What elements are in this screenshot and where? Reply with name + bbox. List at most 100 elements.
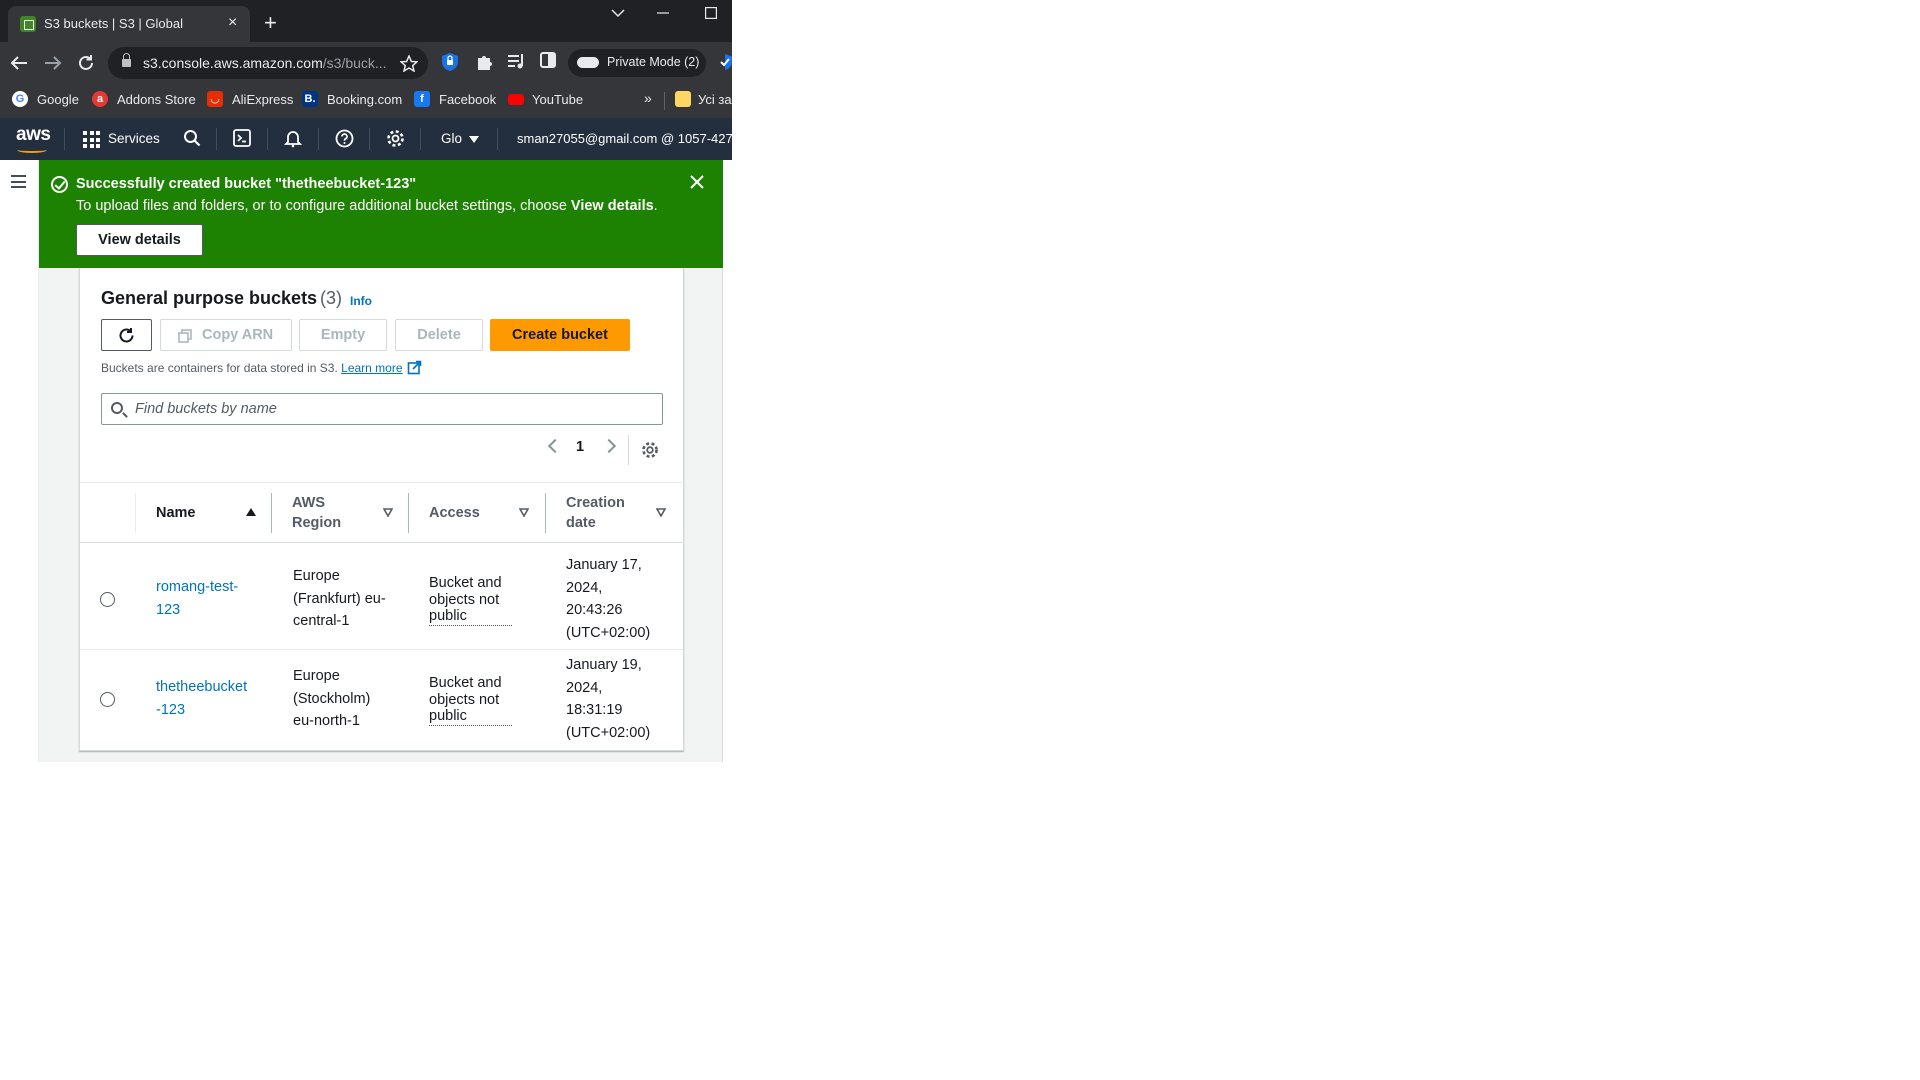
new-tab-button[interactable]: + [264, 12, 277, 34]
search-icon [111, 402, 123, 414]
previous-page-icon[interactable] [547, 438, 563, 454]
tab-bar: S3 buckets | S3 | Global × + [0, 0, 732, 42]
youtube-icon [508, 94, 524, 105]
view-details-button[interactable]: View details [76, 224, 203, 256]
refresh-icon [119, 328, 134, 343]
copy-arn-button[interactable]: Copy ARN [160, 319, 292, 351]
bookmark-google[interactable]: Google [37, 92, 79, 107]
bucket-name-link[interactable]: romang-test- 123 [156, 576, 238, 621]
column-divider[interactable] [408, 493, 409, 533]
browser-viewport: S3 buckets | S3 | Global × + s3.console.… [0, 0, 732, 945]
region-selector[interactable]: Glo [441, 131, 462, 146]
side-panel-icon[interactable] [540, 52, 560, 72]
url-text: s3.console.aws.amazon.com/s3/buck... [143, 55, 387, 71]
tab-search-icon[interactable] [611, 8, 625, 18]
bucket-access: Bucket and objects not public [429, 675, 512, 726]
bookmark-folder-all[interactable]: Усі зак [698, 92, 732, 107]
extensions-puzzle-icon[interactable] [474, 52, 494, 72]
delete-button[interactable]: Delete [395, 319, 483, 351]
reload-icon[interactable] [77, 54, 101, 72]
access-popover-trigger[interactable]: public [429, 608, 512, 626]
nav-divider [64, 128, 65, 150]
create-bucket-button[interactable]: Create bucket [490, 319, 630, 351]
pager-divider [628, 435, 629, 465]
bucket-name-link[interactable]: thetheebucket -123 [156, 676, 247, 721]
buckets-panel: General purpose buckets (3) Info Copy AR… [79, 268, 684, 751]
external-link-icon[interactable] [407, 360, 422, 375]
flash-title: Successfully created bucket "thetheebuck… [76, 176, 417, 192]
forward-icon[interactable] [44, 55, 68, 71]
learn-more-link[interactable]: Learn more [341, 361, 402, 375]
browser-toolbar: s3.console.aws.amazon.com/s3/buck... Pri… [0, 42, 732, 84]
column-header-creation-date[interactable]: Creation date [566, 493, 625, 533]
facebook-icon: f [414, 91, 430, 107]
caret-down-icon [469, 136, 479, 143]
table-row[interactable]: thetheebucket -123 Europe (Stockholm) eu-no… [80, 650, 683, 750]
services-menu[interactable]: Services [108, 131, 160, 146]
table-row[interactable]: romang-test- 123 Europe (Frankfurt) eu-cen… [80, 550, 683, 650]
sort-caret-icon[interactable] [656, 508, 666, 517]
settings-gear-icon[interactable] [386, 129, 406, 149]
shield-extension-icon[interactable] [718, 53, 732, 73]
private-mode-badge[interactable]: Private Mode (2) [568, 49, 706, 77]
tab-close-icon[interactable]: × [228, 14, 237, 32]
notifications-bell-icon[interactable] [284, 129, 304, 149]
incognito-mask-icon [577, 57, 599, 68]
empty-button[interactable]: Empty [299, 319, 387, 351]
aws-logo[interactable]: aws [16, 124, 51, 146]
copy-arn-label: Copy ARN [202, 327, 274, 343]
cloudshell-icon[interactable] [233, 129, 253, 149]
minimize-icon[interactable] [657, 12, 669, 14]
close-icon[interactable] [689, 174, 707, 192]
back-icon[interactable] [10, 55, 34, 71]
column-divider[interactable] [545, 493, 546, 533]
services-grid-icon[interactable] [83, 131, 100, 148]
table-settings-gear-icon[interactable] [641, 441, 659, 459]
search-icon[interactable] [183, 129, 203, 149]
column-header-region[interactable]: AWS Region [292, 493, 341, 533]
nav-divider [497, 128, 498, 150]
password-manager-extension-icon[interactable] [441, 52, 461, 72]
sort-caret-icon[interactable] [519, 508, 529, 517]
aws-top-nav: aws Services Glo sman27055@gmail.com @ 1… [0, 118, 732, 160]
sort-caret-icon[interactable] [383, 508, 393, 517]
column-divider[interactable] [271, 493, 272, 533]
column-header-name[interactable]: Name [156, 503, 196, 523]
bookmark-star-icon[interactable] [400, 55, 418, 72]
address-bar[interactable]: s3.console.aws.amazon.com/s3/buck... [108, 47, 428, 79]
menu-hamburger-icon[interactable] [11, 175, 26, 188]
table-header: Name AWS Region Access Creation date [80, 482, 683, 543]
info-link[interactable]: Info [350, 294, 372, 308]
bookmarks-overflow-button[interactable]: » [644, 90, 652, 106]
refresh-button[interactable] [101, 319, 152, 351]
bookmark-youtube[interactable]: YouTube [532, 92, 583, 107]
row-select-radio[interactable] [100, 692, 115, 707]
success-check-icon [51, 176, 68, 193]
bookmark-booking[interactable]: Booking.com [327, 92, 402, 107]
search-input[interactable]: Find buckets by name [101, 393, 663, 425]
nav-divider [267, 128, 268, 150]
row-select-radio[interactable] [100, 592, 115, 607]
bookmark-aliexpress[interactable]: AliExpress [232, 92, 293, 107]
reading-list-icon[interactable] [507, 52, 527, 72]
next-page-icon[interactable] [601, 438, 617, 454]
bookmark-facebook[interactable]: Facebook [439, 92, 496, 107]
private-mode-label: Private Mode (2) [607, 55, 700, 69]
aws-smile-icon [17, 147, 47, 153]
s3-favicon-icon [20, 16, 36, 32]
sort-ascending-icon[interactable] [246, 508, 256, 516]
google-icon: G [12, 91, 28, 107]
account-menu[interactable]: sman27055@gmail.com @ 1057-427 [517, 131, 732, 146]
nav-divider [318, 128, 319, 150]
column-header-access[interactable]: Access [429, 503, 480, 523]
bookmark-addons-store[interactable]: Addons Store [117, 92, 196, 107]
maximize-icon[interactable] [705, 7, 717, 19]
nav-divider [216, 128, 217, 150]
page-number[interactable]: 1 [576, 439, 584, 455]
help-icon[interactable] [335, 129, 355, 149]
lock-icon [122, 53, 131, 68]
access-popover-trigger[interactable]: public [429, 708, 512, 726]
addons-store-icon: a [92, 91, 108, 107]
browser-tab[interactable]: S3 buckets | S3 | Global × [8, 6, 250, 42]
success-flash-banner: Successfully created bucket "thetheebuck… [39, 160, 723, 268]
